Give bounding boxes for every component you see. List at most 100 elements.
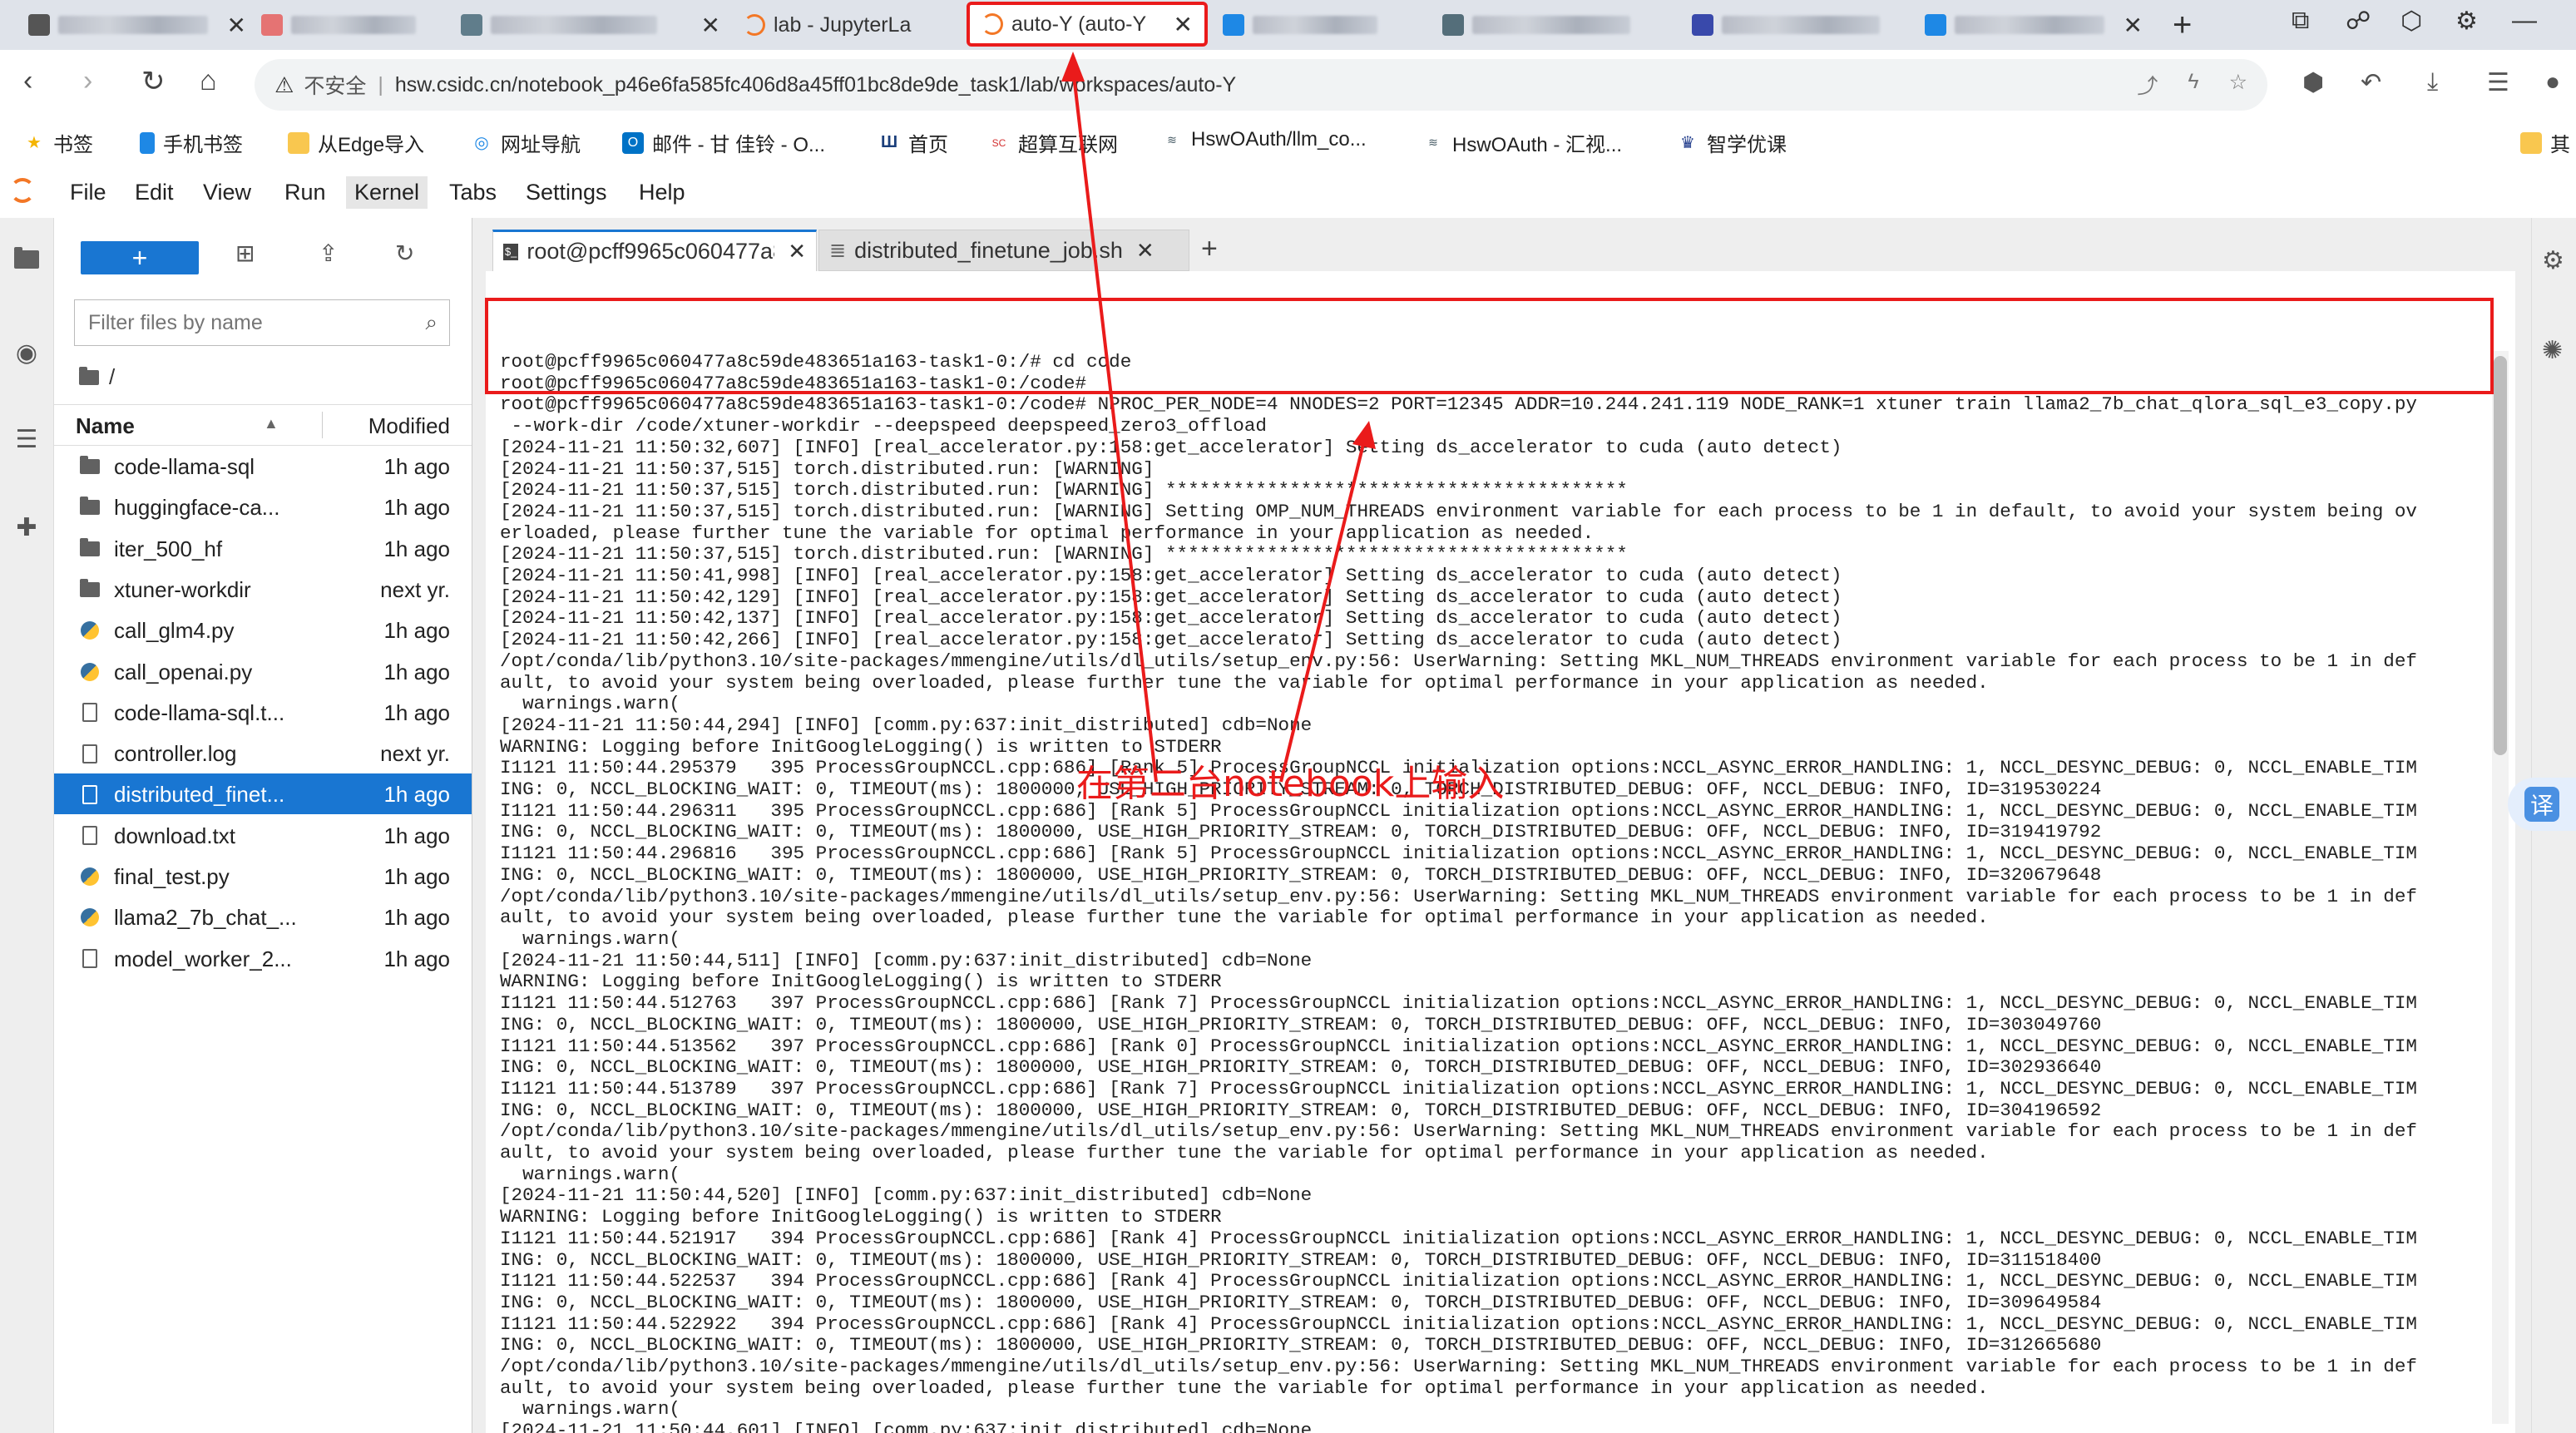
bookmark-item[interactable]: 手机书签: [140, 128, 243, 157]
sort-ascending-icon[interactable]: ▲: [264, 415, 279, 432]
bookmark-item[interactable]: ★ 书签: [23, 128, 93, 157]
file-list-item[interactable]: iter_500_hf 1h ago: [54, 528, 472, 569]
table-of-contents-icon[interactable]: ☰: [8, 421, 45, 457]
menu-edit[interactable]: Edit: [135, 180, 174, 205]
file-list-item[interactable]: huggingface-ca... 1h ago: [54, 487, 472, 527]
browser-tab[interactable]: ✕: [449, 5, 732, 45]
menu-file[interactable]: File: [70, 180, 106, 205]
file-list-item[interactable]: model_worker_2... 1h ago: [54, 938, 472, 979]
terminal-output[interactable]: root@pcff9965c060477a8c59de483651a163-ta…: [500, 351, 2492, 1433]
browser-tab[interactable]: [1211, 5, 1419, 45]
browser-tab[interactable]: [250, 5, 449, 45]
close-icon[interactable]: ✕: [2124, 12, 2143, 39]
file-list-item[interactable]: code-llama-sql 1h ago: [54, 446, 472, 487]
browser-tab[interactable]: [1680, 5, 1930, 45]
close-icon[interactable]: ✕: [1174, 11, 1193, 38]
search-icon[interactable]: ⌕: [425, 309, 438, 336]
new-tab-button[interactable]: +: [1201, 233, 1218, 265]
collections-icon[interactable]: ☍: [2346, 7, 2371, 36]
tab-actions-icon[interactable]: ⧉: [2292, 7, 2309, 35]
browser-tab[interactable]: ✕: [17, 5, 258, 45]
column-header-name[interactable]: Name: [76, 413, 135, 439]
share-icon[interactable]: ⤴: [2137, 70, 2158, 100]
reload-icon[interactable]: ↻: [141, 65, 166, 98]
browser-tab-auto-y[interactable]: auto-Y (auto-Y ✕: [967, 2, 1208, 47]
scrollbar-thumb[interactable]: [2494, 356, 2507, 755]
bookmark-item[interactable]: ≋ HswOAuth/llm_co...: [1161, 128, 1367, 151]
menu-kernel[interactable]: Kernel: [346, 176, 428, 209]
file-list-item[interactable]: distributed_finet... 1h ago: [54, 773, 472, 815]
folder-icon[interactable]: [79, 366, 99, 385]
file-name: code-llama-sql.t...: [114, 699, 285, 725]
security-label[interactable]: 不安全: [304, 70, 366, 100]
avatar[interactable]: ●: [2545, 68, 2560, 96]
tab-shell-script[interactable]: ≣ distributed_finetune_job.sh ✕: [818, 230, 1189, 271]
menu-tabs[interactable]: Tabs: [449, 180, 497, 205]
menu-settings[interactable]: Settings: [526, 180, 607, 205]
bookmark-label: 网址导航: [501, 134, 581, 156]
file-list-item[interactable]: download.txt 1h ago: [54, 815, 472, 856]
browser-tab[interactable]: [1431, 5, 1680, 45]
new-tab-button[interactable]: +: [2173, 7, 2192, 44]
close-icon[interactable]: ✕: [788, 239, 806, 264]
new-folder-icon[interactable]: ⊞: [235, 240, 255, 267]
running-sessions-icon[interactable]: ◉: [8, 334, 45, 371]
browser-tab-jupyterlab[interactable]: lab - JupyterLa: [732, 5, 973, 45]
filter-files-field[interactable]: ⌕: [74, 299, 450, 346]
star-icon: ★: [27, 134, 42, 152]
folder-icon[interactable]: [8, 241, 45, 278]
download-icon[interactable]: ⤓: [2427, 68, 2438, 96]
file-list-item[interactable]: call_openai.py 1h ago: [54, 651, 472, 692]
upload-icon[interactable]: ⇪: [319, 240, 338, 267]
file-list-item[interactable]: llama2_7b_chat_... 1h ago: [54, 897, 472, 937]
file-list-item[interactable]: call_glm4.py 1h ago: [54, 610, 472, 650]
terminal-line: I1121 11:50:44.522922 394 ProcessGroupNC…: [500, 1312, 2417, 1335]
menu-run[interactable]: Run: [284, 180, 326, 205]
minimize-icon[interactable]: —: [2512, 7, 2537, 35]
browser-tab[interactable]: ✕: [1913, 5, 2154, 45]
new-launcher-button[interactable]: +: [81, 241, 199, 274]
file-list-item[interactable]: controller.log next yr.: [54, 733, 472, 773]
bookmark-item[interactable]: 其: [2520, 128, 2570, 157]
filter-files-input[interactable]: [87, 309, 426, 336]
tab-terminal[interactable]: $_ root@pcff9965c060477a8c ✕: [492, 230, 817, 271]
bookmark-item[interactable]: 从Edge导入: [288, 128, 424, 157]
undo-icon[interactable]: ↶: [2361, 68, 2381, 97]
url-text[interactable]: hsw.csidc.cn/notebook_p46e6fa585fc406d8a…: [395, 73, 1236, 97]
column-divider[interactable]: [322, 412, 323, 438]
extension-manager-icon[interactable]: ✚: [8, 509, 45, 546]
breadcrumb-root[interactable]: /: [109, 364, 115, 390]
forward-icon[interactable]: ›: [83, 65, 92, 97]
file-modified: 1h ago: [383, 659, 450, 684]
warning-icon[interactable]: ⚠: [274, 72, 294, 98]
column-header-modified[interactable]: Modified: [368, 413, 450, 439]
extensions-icon[interactable]: ⬡: [2400, 7, 2422, 36]
bookmark-item[interactable]: O 邮件 - 甘 佳铃 - O...: [622, 128, 825, 157]
lightning-icon[interactable]: ϟ: [2188, 70, 2198, 100]
menu-view[interactable]: View: [203, 180, 251, 205]
menu-help[interactable]: Help: [639, 180, 685, 205]
refresh-icon[interactable]: ↻: [395, 240, 414, 267]
menu-icon[interactable]: ☰: [2487, 68, 2509, 97]
settings-icon[interactable]: ⚙: [2455, 7, 2478, 36]
close-icon[interactable]: ✕: [701, 12, 720, 39]
back-icon[interactable]: ‹: [23, 65, 32, 97]
close-icon[interactable]: ✕: [1136, 238, 1155, 264]
file-list-item[interactable]: code-llama-sql.t... 1h ago: [54, 692, 472, 733]
bookmark-item[interactable]: ≋ HswOAuth - 汇视...: [1422, 128, 1622, 157]
home-icon[interactable]: ⌂: [200, 65, 217, 97]
close-icon[interactable]: ✕: [227, 12, 246, 39]
file-list-item[interactable]: final_test.py 1h ago: [54, 856, 472, 897]
extensions-icon[interactable]: ⬢: [2302, 68, 2324, 97]
bookmark-item[interactable]: Ш 首页: [878, 128, 948, 157]
translate-button[interactable]: 译: [2508, 778, 2576, 831]
debugger-icon[interactable]: ✺: [2542, 336, 2563, 365]
bookmark-item[interactable]: ◎ 网址导航: [471, 128, 581, 157]
favorite-star-icon[interactable]: ☆: [2229, 70, 2247, 100]
url-bar[interactable]: ⚠ 不安全 | hsw.csidc.cn/notebook_p46e6fa585…: [255, 59, 2267, 111]
file-list-item[interactable]: xtuner-workdir next yr.: [54, 569, 472, 610]
bookmark-item[interactable]: SC 超算互联网: [988, 128, 1118, 157]
bookmark-item[interactable]: ♛ 智学优课: [1677, 128, 1787, 157]
terminal-panel[interactable]: root@pcff9965c060477a8c59de483651a163-ta…: [486, 271, 2515, 1433]
property-inspector-icon[interactable]: ⚙: [2542, 246, 2564, 275]
